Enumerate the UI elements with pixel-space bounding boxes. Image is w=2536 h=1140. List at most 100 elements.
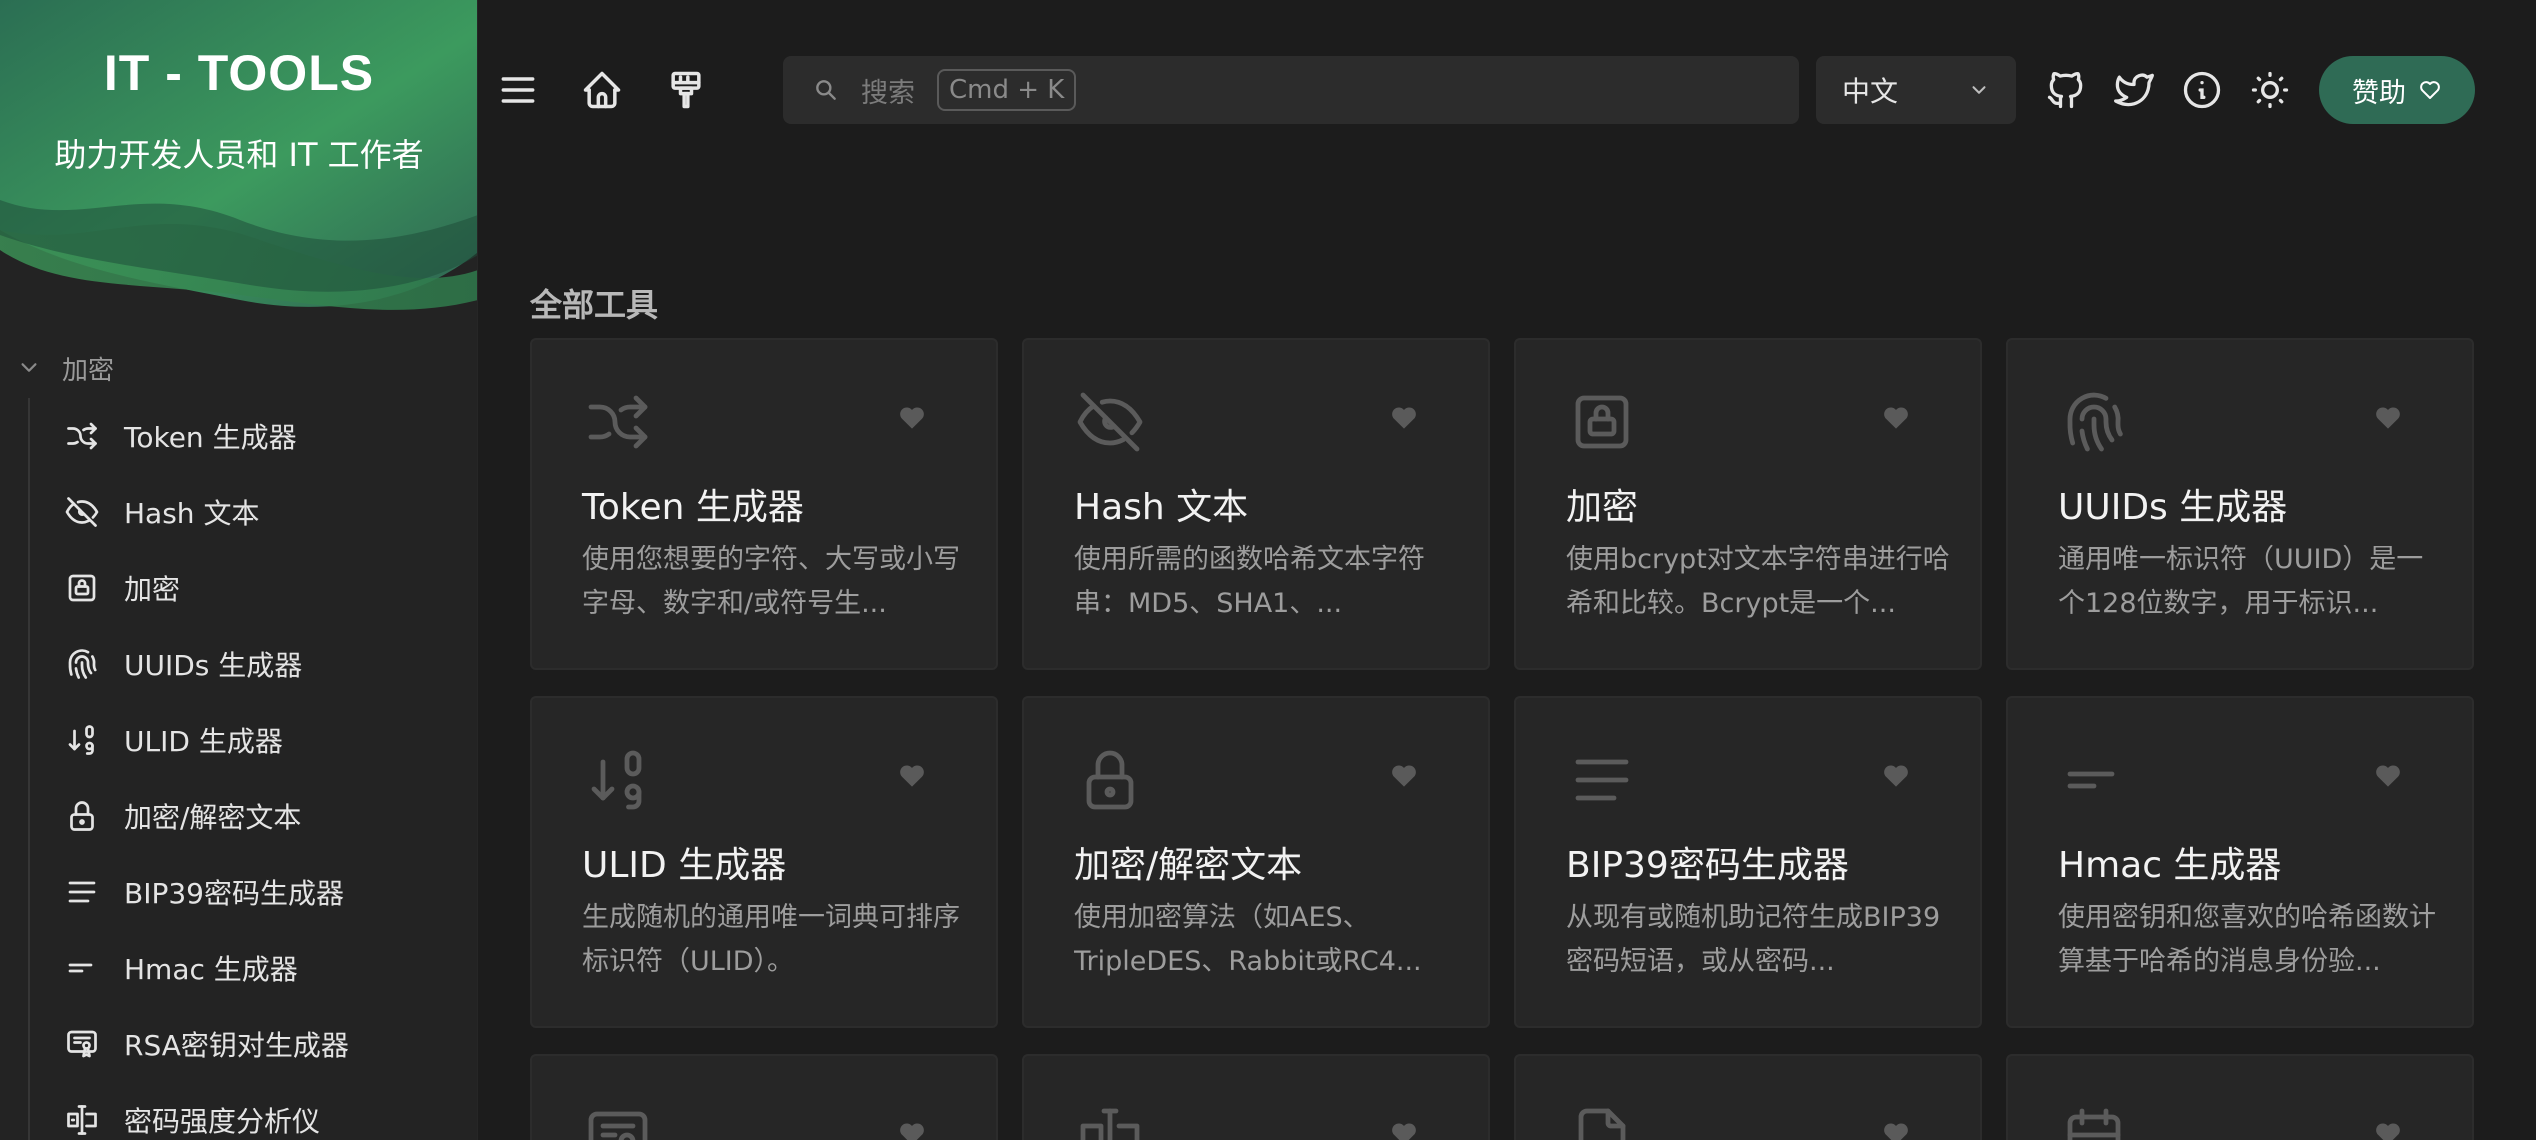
- search-shortcut-badge: Cmd + K: [937, 69, 1077, 111]
- tool-card-description: 使用您想要的字符、大写或小写字母、数字和/或符号生...: [582, 544, 960, 619]
- tool-card-description: 生成随机的通用唯一词典可排序标识符（ULID）。: [582, 902, 960, 977]
- top-toolbar: 搜索 Cmd + K 中文 赞助: [478, 54, 2536, 126]
- language-select[interactable]: 中文: [1816, 56, 2016, 124]
- file-icon: [1566, 1102, 1638, 1140]
- tool-card-password-strength[interactable]: [1022, 1054, 1490, 1140]
- tool-card-description: 使用bcrypt对文本字符串进行哈希和比较。Bcrypt是一个...: [1566, 544, 1950, 619]
- sidebar-item-label: Token 生成器: [124, 421, 297, 454]
- donate-label: 赞助: [2352, 77, 2406, 109]
- favorite-heart-icon[interactable]: [2372, 1118, 2404, 1140]
- info-circle-icon: [2183, 71, 2221, 109]
- tool-card-hash-text[interactable]: Hash 文本 使用所需的函数哈希文本字符串：MD5、SHA1、...: [1022, 338, 1490, 670]
- tool-card-file[interactable]: [1514, 1054, 1982, 1140]
- sidebar-item-label: UUIDs 生成器: [124, 649, 303, 682]
- favorite-heart-icon[interactable]: [2372, 760, 2404, 792]
- tool-card-ulid[interactable]: ULID 生成器 生成随机的通用唯一词典可排序标识符（ULID）。: [530, 696, 998, 1028]
- sidebar-item-label: 加密/解密文本: [124, 801, 302, 834]
- sidebar-item-label: Hash 文本: [124, 497, 260, 530]
- favorite-heart-icon[interactable]: [896, 402, 928, 434]
- theme-toggle-button[interactable]: [2244, 64, 2296, 116]
- tool-card-token-generator[interactable]: Token 生成器 使用您想要的字符、大写或小写字母、数字和/或符号生...: [530, 338, 998, 670]
- paint-brush-icon: [671, 71, 701, 109]
- twitter-button[interactable]: [2108, 64, 2160, 116]
- tool-card-uuids[interactable]: UUIDs 生成器 通用唯一标识符（UUID）是一个128位数字，用于标识...: [2006, 338, 2474, 670]
- tool-card-description: 使用加密算法（如AES、TripleDES、Rabbit或RC4...: [1074, 902, 1422, 977]
- tool-card-title: Token 生成器: [582, 487, 804, 528]
- tool-card-calendar[interactable]: [2006, 1054, 2474, 1140]
- sidebar-item-ulid[interactable]: ULID 生成器: [30, 702, 468, 778]
- password-icon: [64, 1102, 100, 1138]
- lines-icon: [64, 874, 100, 910]
- sidebar-item-hmac[interactable]: Hmac 生成器: [30, 930, 468, 1006]
- lines-icon: [1566, 744, 1638, 816]
- tool-card-hmac[interactable]: Hmac 生成器 使用密钥和您喜欢的哈希函数计算基于哈希的消息身份验...: [2006, 696, 2474, 1028]
- sidebar-nav: Token 生成器 Hash 文本 加密 UUIDs 生成器 ULID 生成器 …: [28, 398, 468, 1140]
- sidebar-item-rsa[interactable]: RSA密钥对生成器: [30, 1006, 468, 1082]
- sidebar-item-password-strength[interactable]: 密码强度分析仪: [30, 1082, 468, 1140]
- tool-card-encrypt-decrypt[interactable]: 加密/解密文本 使用加密算法（如AES、TripleDES、Rabbit或RC4…: [1022, 696, 1490, 1028]
- sidebar-section-crypto[interactable]: 加密: [18, 348, 114, 388]
- tool-card-bcrypt[interactable]: 加密 使用bcrypt对文本字符串进行哈希和比较。Bcrypt是一个...: [1514, 338, 1982, 670]
- sidebar-item-uuids[interactable]: UUIDs 生成器: [30, 626, 468, 702]
- sidebar-item-token-generator[interactable]: Token 生成器: [30, 398, 468, 474]
- chevron-down-icon: [1972, 86, 1986, 94]
- favorite-heart-icon[interactable]: [1388, 402, 1420, 434]
- all-tools-heading: 全部工具: [530, 286, 659, 324]
- tool-card-title: ULID 生成器: [582, 845, 787, 886]
- tool-card-title: 加密/解密文本: [1074, 845, 1303, 886]
- tool-card-description: 使用所需的函数哈希文本字符串：MD5、SHA1、...: [1074, 544, 1425, 619]
- shuffle-icon: [582, 386, 654, 458]
- eye-off-icon: [64, 494, 100, 530]
- language-value: 中文: [1842, 75, 1899, 108]
- favorite-heart-icon[interactable]: [896, 1118, 928, 1140]
- lock-square-icon: [64, 570, 100, 606]
- lock-icon: [1074, 744, 1146, 816]
- sort-numeric-icon: [64, 722, 100, 758]
- about-button[interactable]: [2176, 64, 2228, 116]
- tool-card-bip39[interactable]: BIP39密码生成器 从现有或随机助记符生成BIP39密码短语，或从密码...: [1514, 696, 1982, 1028]
- fingerprint-icon: [2058, 386, 2130, 458]
- search-icon: [816, 80, 836, 100]
- sidebar: IT - TOOLS 助力开发人员和 IT 工作者 加密 Token 生成器 H…: [0, 0, 478, 1140]
- favorite-heart-icon[interactable]: [896, 760, 928, 792]
- tools-grid: Token 生成器 使用您想要的字符、大写或小写字母、数字和/或符号生... H…: [530, 338, 2478, 1140]
- sidebar-item-label: 加密: [124, 573, 181, 606]
- github-button[interactable]: [2040, 64, 2092, 116]
- lock-square-icon: [1566, 386, 1638, 458]
- favorite-heart-icon[interactable]: [1388, 760, 1420, 792]
- favorite-heart-icon[interactable]: [1880, 402, 1912, 434]
- search-placeholder: 搜索: [861, 77, 915, 109]
- sidebar-item-label: BIP39密码生成器: [124, 877, 344, 910]
- ui-lib-button[interactable]: [660, 64, 712, 116]
- donate-button[interactable]: 赞助: [2319, 56, 2475, 124]
- search-bar[interactable]: 搜索 Cmd + K: [783, 56, 1799, 124]
- certificate-icon: [582, 1102, 654, 1140]
- favorite-heart-icon[interactable]: [2372, 402, 2404, 434]
- eye-off-icon: [1074, 386, 1146, 458]
- password-icon: [1074, 1102, 1146, 1140]
- brand-hero: IT - TOOLS 助力开发人员和 IT 工作者: [0, 0, 477, 320]
- certificate-icon: [64, 1026, 100, 1062]
- sort-numeric-icon: [582, 744, 654, 816]
- favorite-heart-icon[interactable]: [1880, 1118, 1912, 1140]
- sidebar-section-label: 加密: [62, 355, 115, 386]
- tool-card-description: 从现有或随机助记符生成BIP39密码短语，或从密码...: [1566, 902, 1941, 977]
- sidebar-item-bcrypt[interactable]: 加密: [30, 550, 468, 626]
- sidebar-item-hash-text[interactable]: Hash 文本: [30, 474, 468, 550]
- fingerprint-icon: [64, 646, 100, 682]
- home-button[interactable]: [576, 64, 628, 116]
- sidebar-item-label: ULID 生成器: [124, 725, 283, 758]
- tool-card-description: 使用密钥和您喜欢的哈希函数计算基于哈希的消息身份验...: [2058, 902, 2436, 977]
- app-title[interactable]: IT - TOOLS: [0, 44, 477, 102]
- favorite-heart-icon[interactable]: [1880, 760, 1912, 792]
- tool-card-rsa[interactable]: [530, 1054, 998, 1140]
- sidebar-item-encrypt-decrypt[interactable]: 加密/解密文本: [30, 778, 468, 854]
- chevron-down-icon: [21, 363, 37, 372]
- sidebar-item-bip39[interactable]: BIP39密码生成器: [30, 854, 468, 930]
- sidebar-item-label: 密码强度分析仪: [124, 1105, 321, 1138]
- lock-icon: [64, 798, 100, 834]
- favorite-heart-icon[interactable]: [1388, 1118, 1420, 1140]
- sun-icon: [2251, 71, 2289, 109]
- menu-button[interactable]: [492, 64, 544, 116]
- tool-card-title: 加密: [1566, 487, 1639, 528]
